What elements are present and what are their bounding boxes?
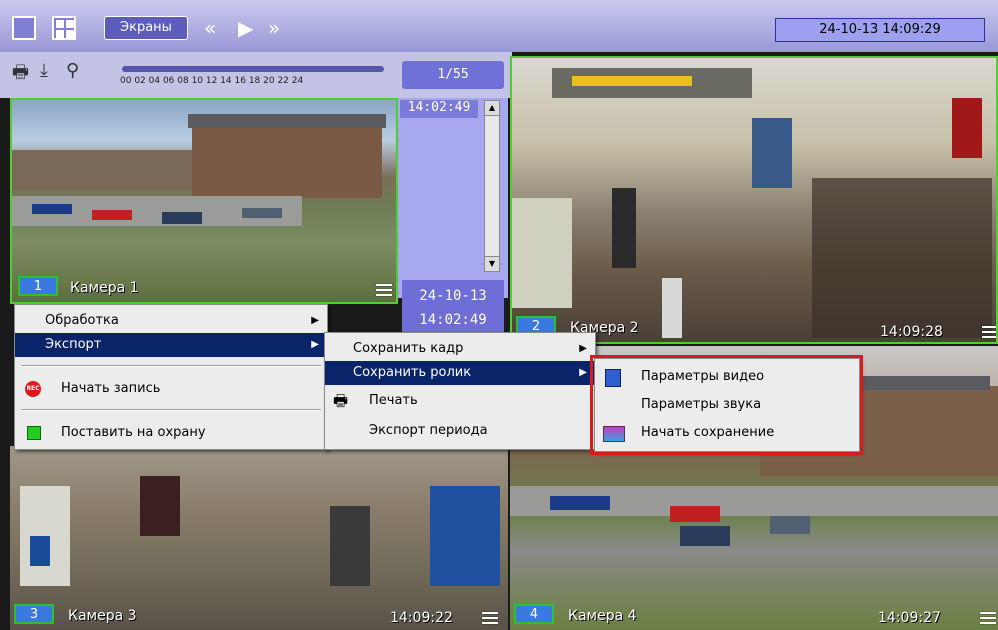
menu-item-label: Сохранить кадр [353,341,464,356]
menu-item-label: Сохранить ролик [353,365,472,380]
printer-icon: 🖶 [333,391,349,410]
menu-item-export-period[interactable]: Экспорт периода [325,419,595,443]
submenu-arrow-icon: ▶ [311,339,319,350]
scroll-down-icon[interactable]: ▼ [485,256,499,271]
camera-tile-1[interactable]: 1 Камера 1 [10,98,398,304]
timeline-slider[interactable] [122,66,384,72]
download-icon[interactable]: ⤓ [40,60,48,81]
menu-item-label: Обработка [45,313,119,328]
fast-forward-icon[interactable]: » [268,17,280,39]
camera-name: Камера 4 [568,608,637,624]
screens-button[interactable]: Экраны [104,16,188,40]
menu-divider [21,365,321,367]
hamburger-menu-icon[interactable] [376,284,392,298]
datetime-display: 24-10-13 14:09:29 [775,18,985,42]
rewind-icon[interactable]: « [204,17,216,39]
frame-counter: 1/55 [402,61,504,89]
menu-item-save-frame[interactable]: Сохранить кадр ▶ [325,337,595,361]
play-icon[interactable]: ▶ [238,17,253,39]
arm-icon [27,426,41,440]
menu-item-label: Экспорт [45,337,102,352]
archive-panel: 14:02:49 ▲ ▼ [398,98,508,298]
search-icon[interactable]: ⚲ [66,60,79,81]
menu-item-label: Экспорт периода [369,423,488,438]
archive-date: 24-10-13 [419,288,487,304]
camera-number[interactable]: 4 [514,604,554,624]
hamburger-menu-icon[interactable] [982,326,996,340]
archive-scrollbar[interactable]: ▲ ▼ [484,100,500,272]
menu-item-label: Поставить на охрану [61,425,206,440]
menu-item-label: Печать [369,393,418,408]
scroll-up-icon[interactable]: ▲ [485,101,499,116]
hamburger-menu-icon[interactable] [980,612,996,626]
camera-number[interactable]: 1 [18,276,58,296]
camera-time: 14:09:27 [878,610,941,626]
menu-item-export[interactable]: Экспорт ▶ [15,333,327,357]
camera-name: Камера 1 [70,280,139,296]
single-view-button[interactable] [12,16,36,40]
menu-item-label: Начать запись [61,381,161,396]
camera-tile-2[interactable]: 2 Камера 2 14:09:28 [510,56,998,344]
archive-date-time: 14:02:49 [419,312,487,328]
menu-item-arm[interactable]: Поставить на охрану [15,421,327,445]
camera-time: 14:09:22 [390,610,453,626]
hamburger-menu-icon[interactable] [482,612,498,626]
rec-icon: REC [25,381,41,397]
print-icon[interactable]: 🖶 [12,60,29,90]
archive-time: 14:02:49 [400,100,478,118]
menu-item-save-clip[interactable]: Сохранить ролик ▶ [325,361,595,385]
callout-highlight-box [590,355,863,455]
submenu-arrow-icon: ▶ [311,315,319,326]
export-submenu: Сохранить кадр ▶ Сохранить ролик ▶ 🖶 Печ… [324,332,596,450]
menu-item-processing[interactable]: Обработка ▶ [15,309,327,333]
camera-tile-3[interactable]: 3 Камера 3 14:09:22 [10,446,508,630]
archive-date-display: 24-10-13 14:02:49 [402,280,504,334]
menu-item-start-recording[interactable]: REC Начать запись [15,377,327,401]
submenu-arrow-icon: ▶ [579,367,587,378]
camera-number[interactable]: 3 [14,604,54,624]
menu-item-print[interactable]: 🖶 Печать [325,389,595,413]
archive-toolbar: 🖶 ⤓ ⚲ 00 02 04 06 08 10 12 14 16 18 20 2… [0,52,512,98]
submenu-arrow-icon: ▶ [579,343,587,354]
context-menu: Обработка ▶ Экспорт ▶ REC Начать запись … [14,304,328,450]
menu-divider [21,409,321,411]
camera-time: 14:09:28 [880,324,943,340]
top-bar: Экраны « ▶ » 24-10-13 14:09:29 [0,0,998,52]
timeline-labels: 00 02 04 06 08 10 12 14 16 18 20 22 24 [120,76,304,86]
grid-view-button[interactable] [52,16,76,40]
camera-name: Камера 3 [68,608,137,624]
